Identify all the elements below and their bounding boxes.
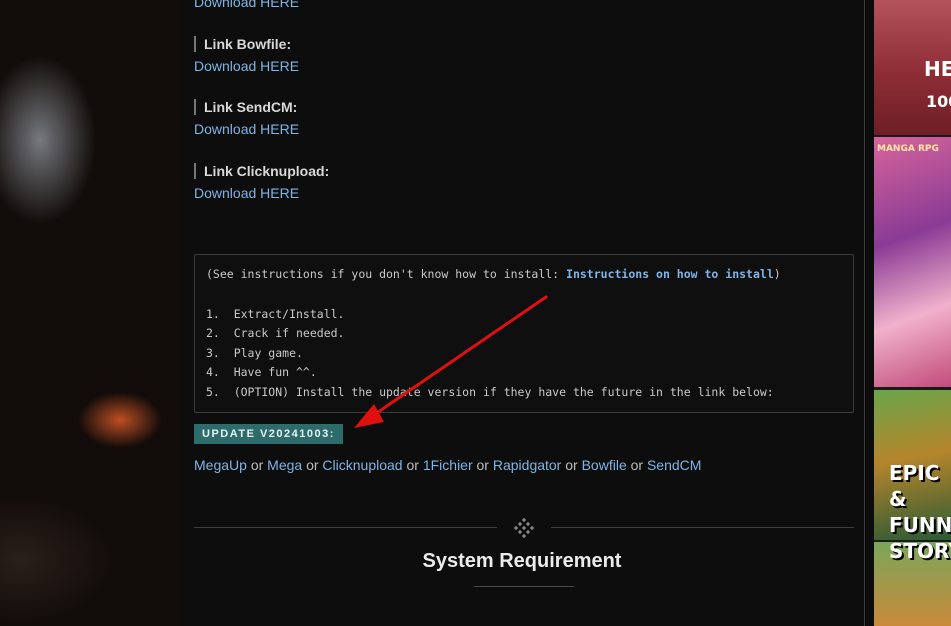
red-arrow-annotation	[354, 295, 548, 428]
